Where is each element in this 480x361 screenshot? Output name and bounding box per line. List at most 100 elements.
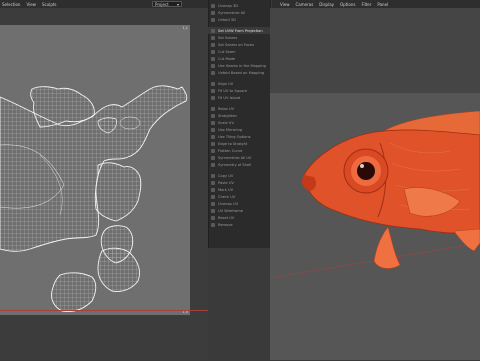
tool-label: Unfold Based on Mapping bbox=[218, 70, 265, 75]
tool-item[interactable]: Straighten bbox=[208, 112, 270, 119]
tool-item[interactable]: Scale UV bbox=[208, 119, 270, 126]
tool-item[interactable]: Reset UV bbox=[208, 214, 270, 221]
tool-item[interactable]: Symmetrize All UV bbox=[208, 154, 270, 161]
tool-icon bbox=[211, 155, 215, 160]
tool-icon bbox=[211, 180, 215, 185]
tool-item[interactable]: Edge to Straight bbox=[208, 140, 270, 147]
tool-icon bbox=[211, 173, 215, 178]
tool-label: Paste UV bbox=[218, 180, 234, 185]
tool-item[interactable]: Align UV bbox=[208, 80, 270, 87]
tool-icon bbox=[211, 162, 215, 167]
tool-item[interactable]: Unwrap 3D bbox=[208, 2, 270, 9]
menu-panel[interactable]: Panel bbox=[377, 2, 388, 7]
tool-label: Relax UV bbox=[218, 106, 235, 111]
chevron-down-icon: ▾ bbox=[176, 1, 179, 7]
tool-label: Set Seams bbox=[218, 35, 238, 40]
tool-item[interactable]: Use Tiling Options bbox=[208, 133, 270, 140]
tool-item[interactable]: Set Seams on Faces bbox=[208, 41, 270, 48]
tool-icon bbox=[211, 28, 215, 33]
tool-label: Unwrap UV bbox=[218, 201, 239, 206]
tool-label: Symmetrize All UV bbox=[218, 155, 252, 160]
tool-item[interactable]: Fit UV to Square bbox=[208, 87, 270, 94]
projection-mode-value: Project bbox=[155, 1, 169, 7]
viewport-scene[interactable] bbox=[269, 93, 480, 360]
tool-icon bbox=[211, 194, 215, 199]
uv-canvas[interactable]: 1,1 1,0 bbox=[0, 25, 190, 315]
tool-item[interactable]: Unfold Based on Mapping bbox=[208, 69, 270, 76]
menu-cameras[interactable]: Cameras bbox=[296, 2, 314, 7]
tool-icon bbox=[211, 70, 215, 75]
menu-display[interactable]: Display bbox=[319, 2, 334, 7]
tool-label: Cut Seam bbox=[218, 49, 236, 54]
tool-item[interactable]: Symmetrize All bbox=[208, 9, 270, 16]
tools-panel-empty-area bbox=[208, 248, 270, 360]
tool-label: Scale UV bbox=[218, 120, 234, 125]
viewport-menubar: View Cameras Display Options Filter Pane… bbox=[272, 0, 480, 8]
tool-icon bbox=[211, 127, 215, 132]
tool-item[interactable]: UV Wireframe bbox=[208, 207, 270, 214]
tool-icon bbox=[211, 56, 215, 61]
tool-item[interactable]: Set UVW From Projection bbox=[208, 27, 270, 34]
uv-wireframe bbox=[0, 85, 188, 312]
tool-icon bbox=[211, 3, 215, 8]
tool-label: Use Tiling Options bbox=[218, 134, 251, 139]
tool-icon bbox=[211, 42, 215, 47]
tool-label: Check UV bbox=[218, 194, 236, 199]
tool-item[interactable]: Set Seams bbox=[208, 34, 270, 41]
tool-item[interactable]: Symmetry of Shell bbox=[208, 161, 270, 168]
tool-icon bbox=[211, 120, 215, 125]
tool-icon bbox=[211, 106, 215, 111]
fish-eye-pupil bbox=[357, 162, 375, 180]
tool-item[interactable]: Fit UV Island bbox=[208, 94, 270, 101]
menu-options[interactable]: Options bbox=[340, 2, 355, 7]
tool-label: Reset UV bbox=[218, 215, 235, 220]
uv-corner-label-top: 1,1 bbox=[182, 26, 188, 30]
tool-icon bbox=[211, 10, 215, 15]
tool-item[interactable]: Unfold 3D bbox=[208, 16, 270, 23]
tool-label: Set UVW From Projection bbox=[218, 28, 263, 33]
tool-icon bbox=[211, 222, 215, 227]
tool-icon bbox=[211, 88, 215, 93]
menu-view[interactable]: View bbox=[26, 2, 36, 7]
tool-item[interactable]: Relax UV bbox=[208, 105, 270, 112]
tool-icon bbox=[211, 113, 215, 118]
tool-item[interactable]: Cut Mode bbox=[208, 55, 270, 62]
tool-icon bbox=[211, 134, 215, 139]
tool-label: Edge to Straight bbox=[218, 141, 248, 146]
tool-label: Mark UV bbox=[218, 187, 234, 192]
menu-selection[interactable]: Selection bbox=[2, 2, 20, 7]
tool-label: Fit UV Island bbox=[218, 95, 241, 100]
uv-island-fin-4 bbox=[51, 272, 97, 312]
fish-model bbox=[269, 110, 480, 279]
tool-icon bbox=[211, 35, 215, 40]
tool-item[interactable]: Use Mirroring bbox=[208, 126, 270, 133]
tool-label: Set Seams on Faces bbox=[218, 42, 254, 47]
tool-label: Align UV bbox=[218, 81, 234, 86]
uv-island-fin-3 bbox=[97, 247, 141, 292]
tool-label: Copy UV bbox=[218, 173, 234, 178]
uv-island-fin-1 bbox=[94, 162, 142, 222]
tool-item[interactable]: Flatten Curve bbox=[208, 147, 270, 154]
tool-item[interactable]: Remove bbox=[208, 221, 270, 228]
menu-filter[interactable]: Filter bbox=[361, 2, 371, 7]
tool-item[interactable]: Paste UV bbox=[208, 179, 270, 186]
tool-icon bbox=[211, 208, 215, 213]
tool-item[interactable]: Cut Seam bbox=[208, 48, 270, 55]
tool-icon bbox=[211, 81, 215, 86]
projection-mode-dropdown[interactable]: Project ▾ bbox=[152, 1, 182, 7]
tool-item[interactable]: Unwrap UV bbox=[208, 200, 270, 207]
uv-tools-list: Unwrap 3D Symmetrize All Unfold 3D Set UVW … bbox=[208, 2, 270, 228]
tool-label: Straighten bbox=[218, 113, 237, 118]
tool-item[interactable]: Check UV bbox=[208, 193, 270, 200]
menu-sculpts[interactable]: Sculpts bbox=[42, 2, 57, 7]
menu-view-3d[interactable]: View bbox=[280, 2, 290, 7]
tool-icon bbox=[211, 187, 215, 192]
tool-item[interactable]: Use Seams in the Mapping bbox=[208, 62, 270, 69]
tool-icon bbox=[211, 17, 215, 22]
tool-label: Symmetry of Shell bbox=[218, 162, 252, 167]
tool-icon bbox=[211, 201, 215, 206]
tool-label: UV Wireframe bbox=[218, 208, 243, 213]
tool-label: Symmetrize All bbox=[218, 10, 246, 15]
tool-item[interactable]: Copy UV bbox=[208, 172, 270, 179]
tool-item[interactable]: Mark UV bbox=[208, 186, 270, 193]
